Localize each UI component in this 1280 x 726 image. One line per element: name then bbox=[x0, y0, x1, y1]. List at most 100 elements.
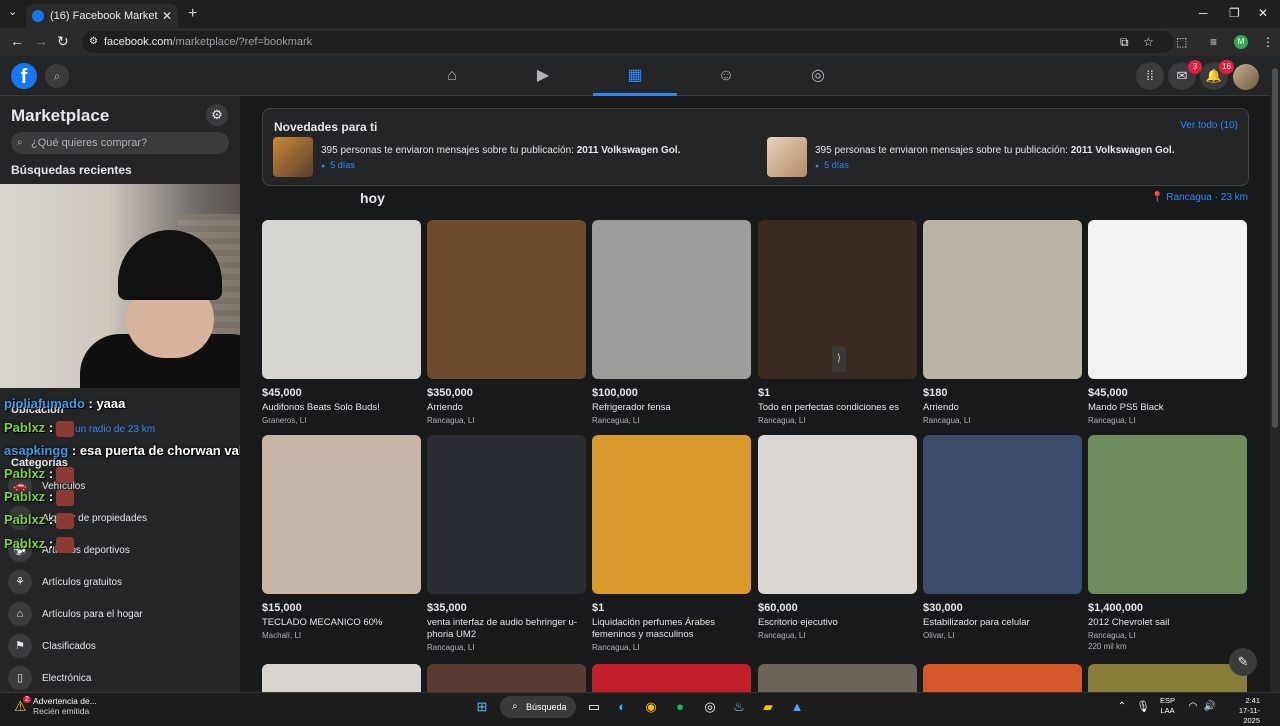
file-explorer-icon[interactable]: ▰ bbox=[758, 697, 778, 717]
messenger-icon[interactable]: ✉ 3 bbox=[1168, 60, 1202, 90]
news-text: 395 personas te enviaron mensajes sobre … bbox=[815, 145, 1175, 156]
chat-user: Pablxz bbox=[4, 420, 46, 435]
sidebar-item-home[interactable]: ⌂ Artículos para el hogar bbox=[8, 600, 234, 628]
tray-expand-icon[interactable]: ⌃ bbox=[1112, 697, 1132, 717]
clock[interactable]: 2:41 17-11-2025 bbox=[1224, 696, 1260, 726]
listing-image[interactable] bbox=[923, 220, 1082, 379]
page-scrollbar[interactable] bbox=[1270, 56, 1280, 692]
maximize-icon[interactable]: ❐ bbox=[1229, 6, 1240, 20]
chat-user: asapkingg bbox=[4, 443, 69, 458]
radius-link[interactable]: En un radio de 23 km bbox=[60, 424, 155, 435]
taskbar-notification[interactable]: Advertencia de... Recién emitida bbox=[33, 696, 97, 716]
warning-icon[interactable]: ⚠ 2 bbox=[14, 696, 31, 715]
browser-menu-icon[interactable]: ⋮ bbox=[1262, 35, 1274, 49]
listing-image[interactable] bbox=[923, 435, 1082, 594]
listing-image-partial[interactable] bbox=[592, 664, 751, 692]
listing-card[interactable]: $1,400,000 2012 Chevrolet sail Rancagua, L… bbox=[1088, 435, 1247, 651]
browser-tab[interactable]: (16) Facebook Marketplace | Fa ✕ bbox=[26, 4, 178, 28]
search-icon[interactable]: ⌕ bbox=[45, 64, 69, 88]
listing-card[interactable]: $180 Arriendo Rancagua, LI bbox=[923, 220, 1082, 425]
gift-icon: ⚘ bbox=[8, 570, 32, 594]
listing-card[interactable]: $1 Todo en perfectas condiciones es Rancag… bbox=[758, 220, 917, 425]
reload-icon[interactable]: ↻ bbox=[57, 33, 69, 50]
location-link[interactable]: 📍 Rancagua · 23 km bbox=[1151, 192, 1248, 203]
listing-image-partial[interactable] bbox=[758, 664, 917, 692]
marketplace-search-input[interactable]: ⌕ ¿Qué quieres comprar? bbox=[11, 132, 229, 154]
listing-image[interactable] bbox=[427, 220, 586, 379]
forward-icon[interactable]: → bbox=[34, 33, 48, 49]
listing-image-partial[interactable] bbox=[262, 664, 421, 692]
listing-image[interactable] bbox=[1088, 220, 1247, 379]
microphone-icon[interactable]: 🎙 bbox=[1133, 697, 1153, 717]
see-all-link[interactable]: Ver todo (10) bbox=[1180, 120, 1238, 131]
language-indicator[interactable]: ESP LAA bbox=[1160, 696, 1175, 716]
news-item[interactable]: 395 personas te enviaron mensajes sobre … bbox=[767, 137, 1174, 177]
chrome-icon[interactable]: ◉ bbox=[641, 697, 661, 717]
notifications-icon[interactable]: 🔔 16 bbox=[1200, 60, 1234, 90]
scrollbar-thumb[interactable] bbox=[1272, 68, 1278, 428]
taskbar-search[interactable]: ⌕ Búsqueda bbox=[500, 696, 576, 718]
chat-text: : bbox=[48, 466, 54, 481]
windows-start-icon[interactable]: ⊞ bbox=[472, 697, 492, 717]
edge-icon[interactable]: ◐ bbox=[612, 697, 632, 717]
marketplace-icon[interactable]: ▦ bbox=[623, 64, 647, 88]
listing-card[interactable]: $1 Liquidación perfumes Árabes femeninos … bbox=[592, 435, 751, 652]
tab-close-icon[interactable]: ✕ bbox=[162, 9, 172, 23]
listing-image[interactable] bbox=[1088, 435, 1247, 594]
url-field[interactable]: ⚙ facebook.com/marketplace/?ref=bookmark bbox=[82, 31, 1174, 53]
app-icon[interactable]: ▲ bbox=[787, 697, 807, 717]
listing-title: Refrigerador fensa bbox=[592, 402, 671, 413]
listing-image[interactable] bbox=[427, 435, 586, 594]
discord-icon[interactable]: ◎ bbox=[700, 697, 720, 717]
home-icon: ⌂ bbox=[8, 602, 32, 626]
home-icon[interactable]: ⌂ bbox=[440, 64, 464, 88]
groups-icon[interactable]: ☺ bbox=[714, 64, 738, 88]
install-app-icon[interactable]: ⧉ bbox=[1120, 35, 1129, 50]
tab-list-icon[interactable]: ⌄ bbox=[8, 5, 17, 18]
listing-image-partial[interactable] bbox=[923, 664, 1082, 692]
sidebar-item-free[interactable]: ⚘ Artículos gratuitos bbox=[8, 568, 234, 596]
steam-icon[interactable]: ♨ bbox=[729, 697, 749, 717]
site-info-icon[interactable]: ⚙ bbox=[89, 31, 98, 53]
gaming-icon[interactable]: ◎ bbox=[806, 64, 830, 88]
bookmark-star-icon[interactable]: ☆ bbox=[1143, 35, 1154, 49]
listing-image[interactable] bbox=[592, 435, 751, 594]
listing-card[interactable]: $45,000 Mando PS5 Black Rancagua, LI bbox=[1088, 220, 1247, 425]
profile-avatar[interactable]: M bbox=[1234, 35, 1248, 49]
listing-card[interactable]: $350,000 Arriendo Rancagua, LI bbox=[427, 220, 586, 425]
new-tab-button[interactable]: + bbox=[188, 5, 197, 23]
minimize-icon[interactable]: ─ bbox=[1199, 6, 1208, 20]
listing-image[interactable] bbox=[758, 435, 917, 594]
chat-message: Pablxz : bbox=[4, 512, 75, 529]
listing-card[interactable]: $35,000 venta interfaz de audio behringer… bbox=[427, 435, 586, 652]
video-icon[interactable]: ▶ bbox=[531, 64, 555, 88]
listing-image[interactable] bbox=[262, 220, 421, 379]
compose-icon[interactable]: ✎ bbox=[1229, 648, 1257, 676]
search-icon: ⌕ bbox=[512, 701, 518, 712]
listing-card[interactable]: $15,000 TECLADO MECANICO 60% Machalí, LI bbox=[262, 435, 421, 640]
listing-image[interactable] bbox=[262, 435, 421, 594]
account-avatar[interactable] bbox=[1233, 64, 1259, 90]
extensions-icon[interactable]: ⬚ bbox=[1176, 35, 1187, 49]
news-item[interactable]: 395 personas te enviaron mensajes sobre … bbox=[273, 137, 680, 177]
listing-image-partial[interactable] bbox=[427, 664, 586, 692]
listing-card[interactable]: $60,000 Escritorio ejecutivo Rancagua, LI bbox=[758, 435, 917, 640]
listing-card[interactable]: $100,000 Refrigerador fensa Rancagua, LI bbox=[592, 220, 751, 425]
sidebar-item-classifieds[interactable]: ⚑ Clasificados bbox=[8, 632, 234, 660]
gear-icon[interactable]: ⚙ bbox=[206, 104, 228, 126]
window-close-icon[interactable]: ✕ bbox=[1258, 6, 1268, 20]
back-icon[interactable]: ← bbox=[10, 33, 24, 49]
listing-image[interactable] bbox=[592, 220, 751, 379]
facebook-logo[interactable]: f bbox=[11, 63, 37, 89]
spotify-icon[interactable]: ● bbox=[670, 697, 690, 717]
media-controls-icon[interactable]: ≡ bbox=[1210, 35, 1217, 49]
sidebar-item-electronics[interactable]: ▯ Electrónica bbox=[8, 664, 234, 692]
listing-image-partial[interactable] bbox=[1088, 664, 1247, 692]
carousel-next-icon[interactable]: ⟩ bbox=[832, 346, 846, 372]
listing-card[interactable]: $45,000 Audifonos Beats Solo Buds! Granero… bbox=[262, 220, 421, 425]
task-view-icon[interactable]: ▭ bbox=[584, 697, 604, 717]
menu-grid-icon[interactable]: ⁞⁞ bbox=[1136, 62, 1164, 90]
volume-icon[interactable]: 🔊 bbox=[1200, 697, 1220, 717]
section-title: hoy bbox=[360, 190, 385, 206]
listing-card[interactable]: $30,000 Estabilizador para celular Olivar,… bbox=[923, 435, 1082, 640]
